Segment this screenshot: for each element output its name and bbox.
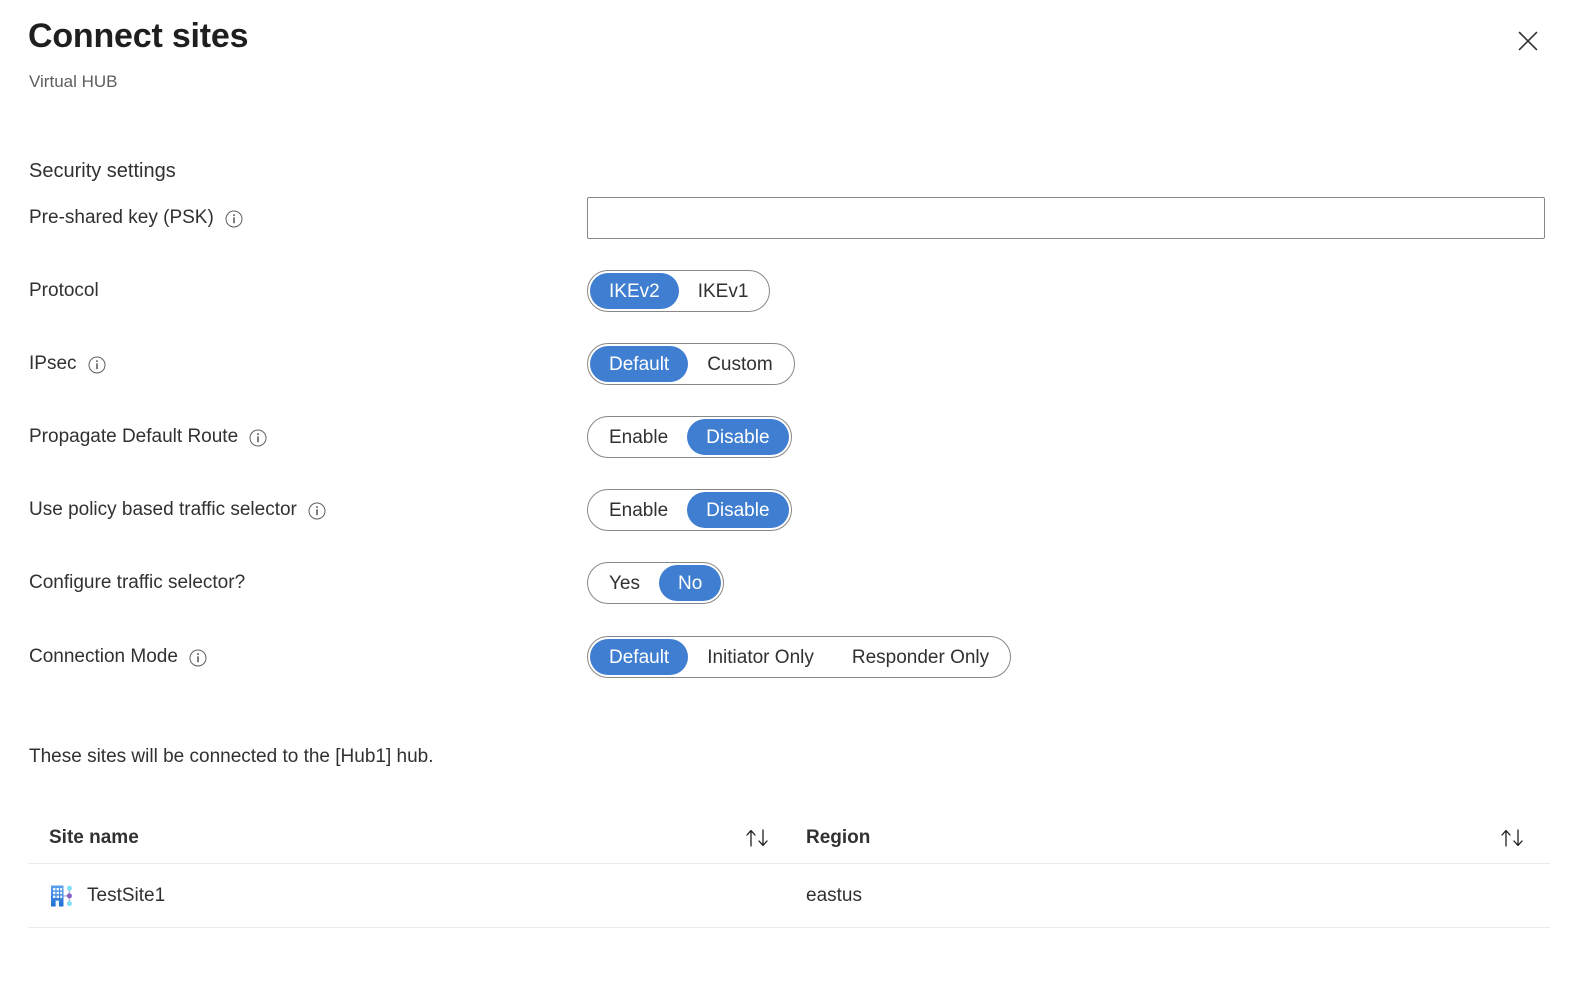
field-row-protocol: Protocol IKEv2 IKEv1 <box>0 270 1578 312</box>
label-protocol: Protocol <box>29 271 99 311</box>
field-row-psk: Pre-shared key (PSK) <box>0 197 1578 239</box>
toggle-propagate-enable[interactable]: Enable <box>590 419 687 455</box>
page-title: Connect sites <box>28 17 249 55</box>
site-name-text: TestSite1 <box>87 885 166 906</box>
toggle-group-policy-based-traffic-selector: Enable Disable <box>587 489 792 531</box>
control-propagate-default-route: Enable Disable <box>587 416 792 458</box>
toggle-policy-selector-enable[interactable]: Enable <box>590 492 687 528</box>
field-row-connection-mode: Connection Mode Default Initiator Only R… <box>0 636 1578 678</box>
toggle-protocol-ikev1[interactable]: IKEv1 <box>679 273 768 309</box>
toggle-group-connection-mode: Default Initiator Only Responder Only <box>587 636 1012 678</box>
control-psk <box>587 197 1545 239</box>
toggle-ipsec-custom[interactable]: Custom <box>688 346 791 382</box>
label-configure-traffic-selector-text: Configure traffic selector? <box>29 572 246 593</box>
label-ipsec-text: IPsec <box>29 353 77 374</box>
blade-header: Connect sites Virtual HUB <box>0 0 1578 110</box>
table-row[interactable]: TestSite1 eastus <box>28 864 1550 928</box>
toggle-ipsec-default[interactable]: Default <box>590 346 689 382</box>
control-protocol: IKEv2 IKEv1 <box>587 270 771 312</box>
sort-ascending-descending-icon[interactable] <box>1498 812 1528 864</box>
info-icon[interactable] <box>249 429 267 447</box>
cell-site-name: TestSite1 <box>49 864 165 928</box>
field-row-configure-traffic-selector: Configure traffic selector? Yes No <box>0 562 1578 604</box>
label-ipsec: IPsec <box>29 344 106 384</box>
toggle-connection-mode-default[interactable]: Default <box>590 639 689 675</box>
label-connection-mode: Connection Mode <box>29 637 207 677</box>
column-header-region[interactable]: Region <box>806 812 870 864</box>
label-psk: Pre-shared key (PSK) <box>29 198 243 238</box>
label-psk-text: Pre-shared key (PSK) <box>29 207 214 228</box>
close-icon <box>1517 30 1539 55</box>
toggle-group-ipsec: Default Custom <box>587 343 795 385</box>
toggle-policy-selector-disable[interactable]: Disable <box>687 492 789 528</box>
sites-table: Site name Region TestSite1 eastus <box>28 812 1550 928</box>
toggle-propagate-disable[interactable]: Disable <box>687 419 789 455</box>
control-policy-based-traffic-selector: Enable Disable <box>587 489 792 531</box>
info-icon[interactable] <box>88 356 106 374</box>
cell-region: eastus <box>806 885 862 906</box>
field-row-propagate-default-route: Propagate Default Route Enable Disable <box>0 416 1578 458</box>
label-policy-based-traffic-selector: Use policy based traffic selector <box>29 490 326 530</box>
field-row-ipsec: IPsec Default Custom <box>0 343 1578 385</box>
control-configure-traffic-selector: Yes No <box>587 562 725 604</box>
table-header-row: Site name Region <box>28 812 1550 864</box>
label-configure-traffic-selector: Configure traffic selector? <box>29 563 245 603</box>
close-button[interactable] <box>1508 22 1548 62</box>
column-header-site-name[interactable]: Site name <box>49 812 139 864</box>
toggle-group-protocol: IKEv2 IKEv1 <box>587 270 771 312</box>
toggle-configure-selector-no[interactable]: No <box>659 565 722 601</box>
toggle-protocol-ikev2[interactable]: IKEv2 <box>590 273 679 309</box>
info-icon[interactable] <box>225 210 243 228</box>
sites-note: These sites will be connected to the [Hu… <box>29 746 434 767</box>
label-connection-mode-text: Connection Mode <box>29 646 178 667</box>
label-propagate-default-route-text: Propagate Default Route <box>29 426 239 447</box>
label-policy-based-traffic-selector-text: Use policy based traffic selector <box>29 499 297 520</box>
field-row-policy-based-traffic-selector: Use policy based traffic selector Enable… <box>0 489 1578 531</box>
toggle-group-propagate-default-route: Enable Disable <box>587 416 792 458</box>
toggle-group-configure-traffic-selector: Yes No <box>587 562 725 604</box>
toggle-connection-mode-responder-only[interactable]: Responder Only <box>833 639 1008 675</box>
vpn-site-icon <box>49 883 75 909</box>
psk-input[interactable] <box>587 197 1545 239</box>
toggle-connection-mode-initiator-only[interactable]: Initiator Only <box>688 639 833 675</box>
section-title-security-settings: Security settings <box>29 160 176 182</box>
control-ipsec: Default Custom <box>587 343 795 385</box>
toggle-configure-selector-yes[interactable]: Yes <box>590 565 659 601</box>
page-subtitle: Virtual HUB <box>29 72 118 91</box>
label-propagate-default-route: Propagate Default Route <box>29 417 267 457</box>
control-connection-mode: Default Initiator Only Responder Only <box>587 636 1012 678</box>
label-protocol-text: Protocol <box>29 280 99 301</box>
info-icon[interactable] <box>308 502 326 520</box>
sort-ascending-descending-icon[interactable] <box>743 812 773 864</box>
info-icon[interactable] <box>189 649 207 667</box>
